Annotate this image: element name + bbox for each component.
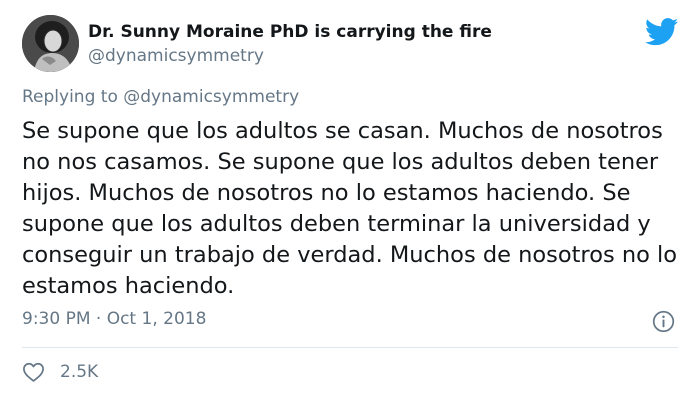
like-count: 2.5K (60, 362, 99, 382)
tweet-timestamp[interactable]: 9:30 PM · Oct 1, 2018 (22, 309, 206, 329)
heart-icon (23, 362, 44, 382)
twitter-bird-icon[interactable] (645, 18, 679, 46)
avatar-image (22, 15, 79, 72)
tweet-text: Se supone que los adultos se casan. Much… (22, 118, 678, 299)
divider (22, 347, 678, 348)
author-name[interactable]: Dr. Sunny Moraine PhD is carrying the fi… (88, 22, 492, 42)
author-handle[interactable]: @dynamicsymmetry (88, 46, 264, 66)
info-icon[interactable] (652, 310, 675, 333)
avatar[interactable] (22, 15, 79, 72)
replying-to-label[interactable]: Replying to @dynamicsymmetry (22, 87, 299, 107)
like-button[interactable]: 2.5K (22, 361, 98, 383)
